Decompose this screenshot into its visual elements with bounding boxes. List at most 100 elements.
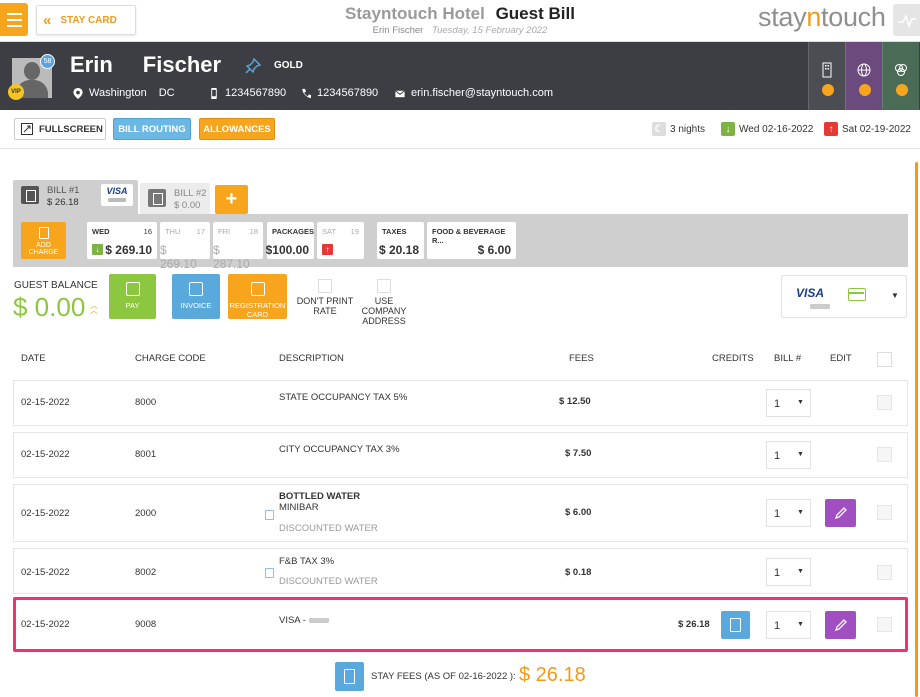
table-row: 02-15-2022 8000 STATE OCCUPANCY TAX 5% $… <box>13 380 908 426</box>
add-charge-label: ADD CHARGE <box>28 242 59 256</box>
row-date: 02-15-2022 <box>21 508 70 519</box>
row-charge-code: 2000 <box>135 508 157 519</box>
row-charge-code: 9008 <box>135 619 157 630</box>
mobile-phone-icon <box>211 87 217 99</box>
day-number: 16 <box>143 227 152 236</box>
bill-2-amount: $ 0.00 <box>174 200 201 211</box>
day-box-wed[interactable]: WED 16 ↓ $ 269.10 <box>87 222 157 259</box>
add-charge-button[interactable]: ADD CHARGE <box>21 222 66 259</box>
activity-pulse-icon[interactable] <box>893 4 920 36</box>
caret-down-icon: ▼ <box>797 509 804 516</box>
bill-number-select[interactable]: 1 ▼ <box>766 389 811 417</box>
bill-number-select[interactable]: 1 ▼ <box>766 499 811 527</box>
day-value: $ 287.10 <box>213 243 250 271</box>
day-number: 19 <box>350 227 359 236</box>
visa-card-chip: VISA <box>101 184 133 206</box>
day-box-taxes[interactable]: TAXES $ 20.18 <box>377 222 424 259</box>
bill-tab-1[interactable]: BILL #1 $ 26.18 VISA <box>13 180 138 214</box>
guest-phone-1[interactable]: 1234567890 <box>209 87 286 99</box>
invoice-button[interactable]: INVOICE <box>172 274 220 319</box>
bill-number-select[interactable]: 1 ▼ <box>766 611 811 639</box>
bill-number-value: 1 <box>774 450 781 462</box>
day-name: TAXES <box>382 227 407 236</box>
row-charge-code: 8001 <box>135 449 157 460</box>
bill-number-select[interactable]: 1 ▼ <box>766 558 811 586</box>
avatar-count-badge: 58 <box>40 54 55 69</box>
registration-card-button[interactable]: REGISTRATION CARD <box>228 274 287 319</box>
header-tab-globe[interactable] <box>845 42 882 110</box>
visa-logo: VISA <box>106 186 128 196</box>
document-icon[interactable] <box>265 510 274 520</box>
allowances-button[interactable]: ALLOWANCES <box>199 118 275 140</box>
row-fees: $ 12.50 <box>559 396 591 407</box>
guest-balance-label: GUEST BALANCE <box>14 280 98 291</box>
table-row: 02-15-2022 8001 CITY OCCUPANCY TAX 3% $ … <box>13 432 908 478</box>
row-checkbox[interactable] <box>877 505 892 520</box>
bill-number-value: 1 <box>774 620 781 632</box>
phone-icon <box>302 88 311 98</box>
phone-2-text: 1234567890 <box>317 87 379 99</box>
stay-fees-amount: $ 26.18 <box>519 664 586 686</box>
guest-balance-amount: $ 0.00 <box>13 292 86 322</box>
guest-state: DC <box>158 87 175 99</box>
day-box-thu[interactable]: THU 17 $ 269.10 <box>160 222 210 271</box>
bill-routing-button[interactable]: BILL ROUTING <box>113 118 191 140</box>
bill-icon <box>21 186 39 204</box>
guest-phone-2[interactable]: 1234567890 <box>301 87 378 99</box>
day-box-sat[interactable]: SAT 19 ↑ <box>317 222 364 259</box>
fullscreen-button[interactable]: FULLSCREEN <box>14 118 106 140</box>
add-bill-button[interactable]: + <box>215 185 248 214</box>
day-box-food-beverage[interactable]: FOOD & BEVERAGE R... $ 6.00 <box>427 222 516 259</box>
guest-email[interactable]: erin.fischer@stayntouch.com <box>395 87 553 99</box>
globe-icon <box>857 63 871 77</box>
departure-text: Sat 02-19-2022 <box>842 123 911 135</box>
row-fees: $ 0.18 <box>565 567 592 578</box>
page-title: Guest Bill <box>495 4 575 23</box>
row-checkbox[interactable] <box>877 565 892 580</box>
departure-date: ↑ Sat 02-19-2022 <box>824 122 911 136</box>
bill-number-value: 1 <box>774 508 781 520</box>
pay-button[interactable]: PAY <box>109 274 156 319</box>
edit-charge-button[interactable] <box>825 611 856 639</box>
caret-down-icon: ▼ <box>797 399 804 406</box>
row-date: 02-15-2022 <box>21 567 70 578</box>
credit-card-icon <box>848 288 866 301</box>
receipt-button[interactable] <box>721 611 750 639</box>
header-tabs <box>808 42 920 110</box>
guest-name: Erin Fischer <box>70 52 221 78</box>
stay-fees-label: STAY FEES (AS OF 02-16-2022 ): <box>371 671 516 682</box>
stayntouch-logo: stayntouch <box>758 2 886 33</box>
guest-first-name: Erin <box>70 52 113 77</box>
row-checkbox[interactable] <box>877 395 892 410</box>
pin-icon[interactable] <box>244 57 262 75</box>
stay-fees-document-icon[interactable] <box>335 662 364 691</box>
row-checkbox[interactable] <box>877 617 892 632</box>
edit-charge-button[interactable] <box>825 499 856 527</box>
day-box-packages[interactable]: PACKAGES $100.00 <box>266 222 314 259</box>
use-company-address-option: USE COMPANY ADDRESS <box>358 279 410 326</box>
document-icon[interactable] <box>265 568 274 578</box>
scrollbar[interactable] <box>915 162 918 697</box>
double-chevron-up-icon[interactable]: ︿ ︿ <box>90 302 98 315</box>
row-description: BOTTLED WATER <box>279 491 361 502</box>
phone-1-text: 1234567890 <box>225 87 287 99</box>
arrival-arrow-icon: ↓ <box>721 122 735 136</box>
bill-2-label: BILL #2 <box>174 188 207 199</box>
day-box-fri[interactable]: FRI 18 $ 287.10 <box>213 222 263 271</box>
day-value: $ 269.10 <box>160 243 197 271</box>
bill-tab-2[interactable]: BILL #2 $ 0.00 <box>140 183 210 214</box>
caret-down-icon: ▼ <box>891 291 899 300</box>
row-description: CITY OCCUPANCY TAX 3% <box>279 444 400 455</box>
payment-method-select[interactable]: VISA ▼ <box>781 275 907 318</box>
dont-print-rate-checkbox[interactable] <box>318 279 332 293</box>
departure-arrow-icon: ↑ <box>322 244 333 255</box>
header-tab-groups[interactable] <box>882 42 919 110</box>
logo-text-n: n <box>806 2 822 32</box>
day-value: $ 20.18 <box>378 243 419 257</box>
header-tab-building[interactable] <box>808 42 845 110</box>
select-all-checkbox[interactable] <box>877 352 892 367</box>
bill-number-select[interactable]: 1 ▼ <box>766 441 811 469</box>
caret-down-icon: ▼ <box>797 568 804 575</box>
row-checkbox[interactable] <box>877 447 892 462</box>
use-company-address-checkbox[interactable] <box>377 279 391 293</box>
